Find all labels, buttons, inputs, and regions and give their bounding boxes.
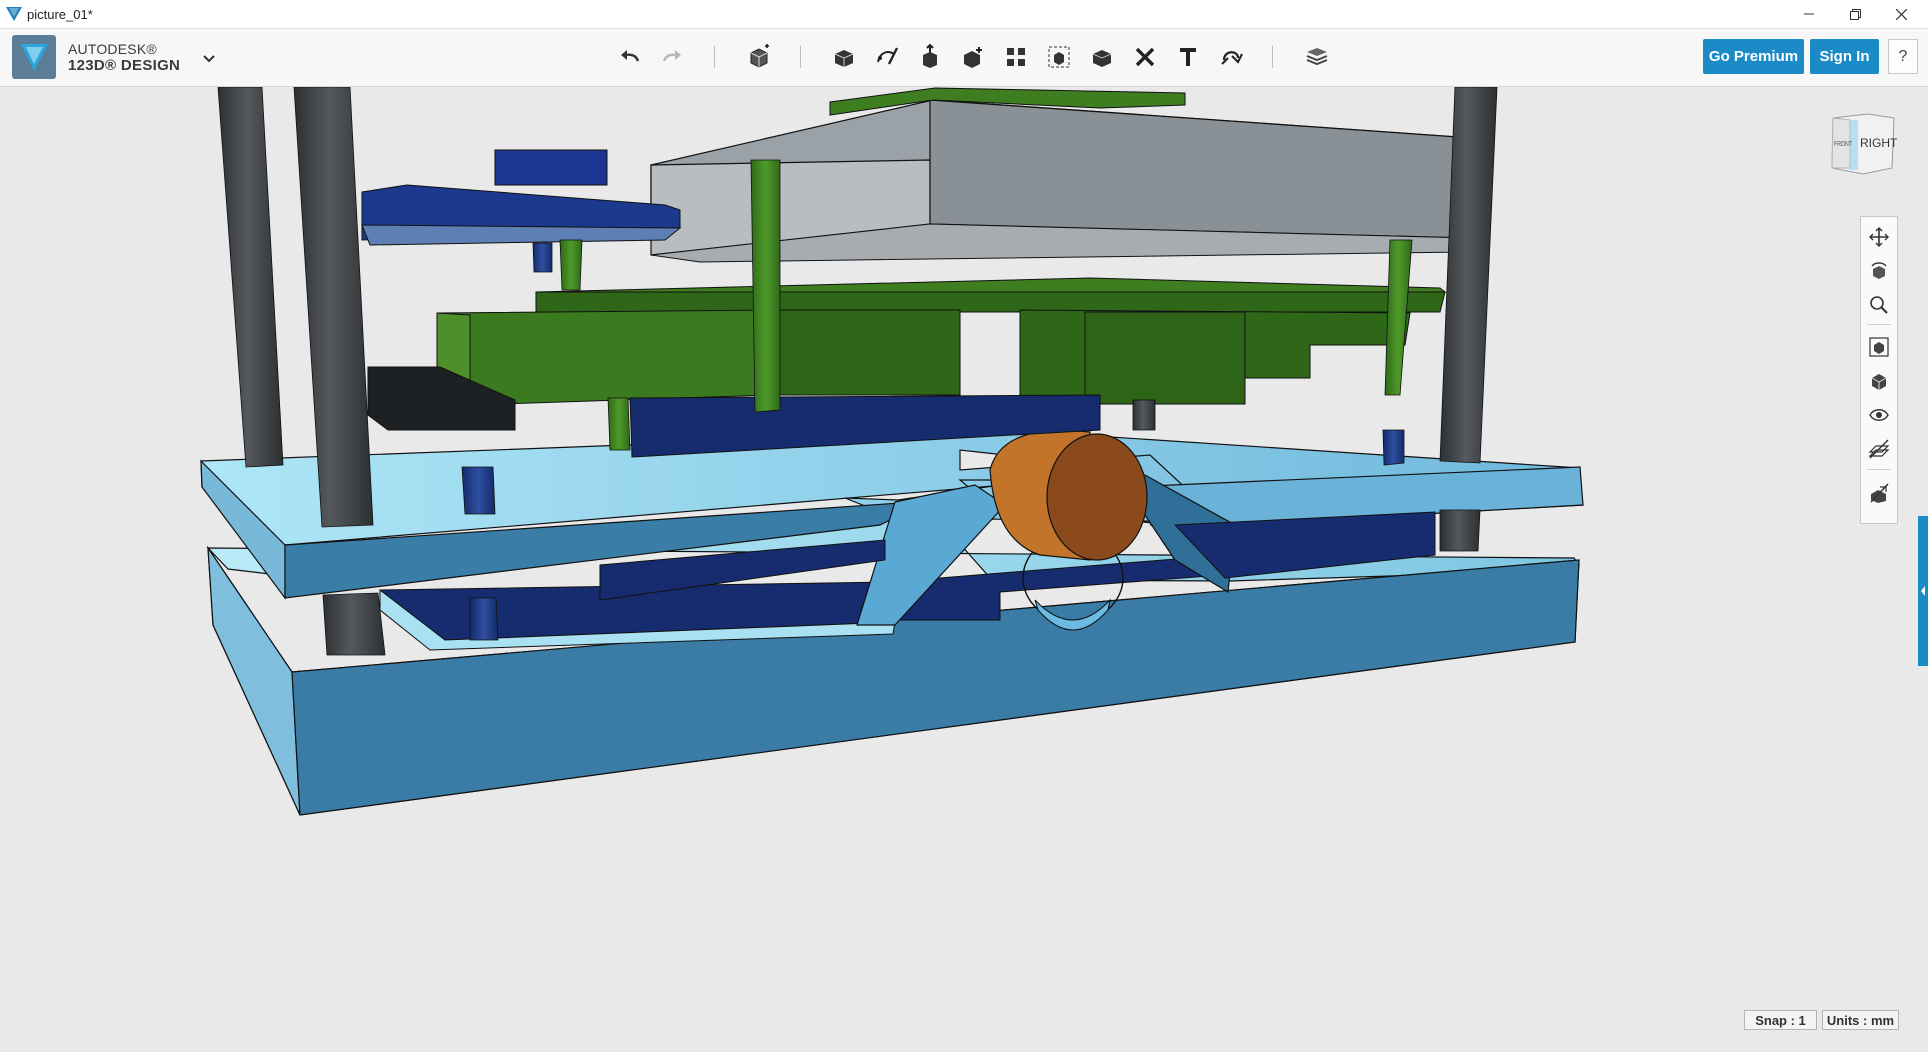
pattern-button[interactable] [1000,41,1032,73]
fit-button[interactable] [1865,333,1893,361]
snap-icon [1221,51,1243,65]
transform-icon [750,44,769,68]
bottom-border [0,1052,1928,1058]
combine-icon [1092,50,1112,67]
transform-button[interactable] [743,41,775,73]
main-toolbar: AUTODESK® 123D® DESIGN Go Premium Sign I… [0,29,1928,87]
viewcube-right-label: RIGHT [1860,136,1898,150]
material-toggle-icon [1868,439,1890,459]
construct-icon [923,44,937,68]
navy-pin-4[interactable] [469,597,499,641]
toolbar-divider [1272,46,1273,68]
go-premium-button[interactable]: Go Premium [1703,39,1804,74]
modify-button[interactable] [957,41,989,73]
group-button[interactable] [1043,41,1075,73]
green-post-1[interactable] [750,159,781,413]
navy-block-top[interactable] [494,149,608,186]
chevron-left-icon [1921,586,1925,596]
navy-pin-2[interactable] [1382,429,1405,466]
navy-pin-1[interactable] [461,466,496,515]
visibility-button[interactable] [1865,401,1893,429]
primitives-icon [834,50,854,67]
orange-cylinder-face[interactable] [1046,433,1148,561]
pattern-icon [1007,48,1025,66]
view-mode-button[interactable] [1865,367,1893,395]
autodesk-logo-icon[interactable] [12,35,56,79]
viewcube-front-label: FRONT [1834,140,1852,148]
chevron-down-icon[interactable] [200,49,218,67]
green-post-2[interactable] [559,239,583,291]
grid-toggle-icon [1870,483,1889,503]
primitives-button[interactable] [828,41,860,73]
redo-button[interactable] [656,41,688,73]
nav-divider [1867,469,1891,470]
close-icon [1895,8,1907,20]
undo-icon [621,50,640,62]
view-mode-icon [1871,374,1887,390]
text-button[interactable] [1172,41,1204,73]
green-plate-front[interactable] [535,291,1446,313]
undo-button[interactable] [614,41,646,73]
3d-model-render[interactable] [0,87,1920,1052]
zoom-icon [1870,296,1888,314]
delete-button[interactable] [1129,41,1161,73]
grid-toggle-button[interactable] [1865,479,1893,507]
modify-icon [964,47,982,68]
brand-product: 123D® DESIGN [68,57,181,74]
orbit-icon [1871,262,1887,279]
construct-button[interactable] [914,41,946,73]
units-status[interactable]: Units : mm [1822,1010,1899,1030]
sketch-icon [877,47,899,65]
green-block-mid[interactable] [769,309,961,396]
nav-divider [1867,324,1891,325]
combine-button[interactable] [1086,41,1118,73]
sketch-button[interactable] [871,41,903,73]
toolbar-divider [714,46,715,68]
navigation-bar [1860,216,1898,524]
delete-icon [1135,47,1155,67]
panel-collapse-tab[interactable] [1918,516,1928,666]
pan-icon [1869,227,1889,247]
gray-block-right[interactable] [929,99,1473,239]
text-icon [1180,48,1196,66]
material-toggle-button[interactable] [1865,435,1893,463]
post-left-1[interactable] [217,87,284,468]
visibility-icon [1869,409,1889,421]
close-button[interactable] [1878,0,1924,28]
app-logo-icon [6,7,22,21]
navy-pin-3[interactable] [532,242,553,273]
restore-icon [1849,8,1861,20]
title-bar: picture_01* [0,0,1928,29]
pan-button[interactable] [1865,223,1893,251]
toolbar-divider [800,46,801,68]
window-title: picture_01* [27,7,93,22]
green-post-4[interactable] [607,397,631,451]
post-center[interactable] [1132,399,1156,431]
minimize-icon [1804,13,1814,15]
material-icon [1306,48,1328,66]
group-icon [1048,46,1070,68]
3d-viewport[interactable] [0,87,1920,1052]
minimize-button[interactable] [1786,0,1832,28]
help-button[interactable]: ? [1888,39,1918,74]
post-left-2-lower[interactable] [322,592,386,656]
sign-in-button[interactable]: Sign In [1810,39,1879,74]
fit-icon [1869,337,1889,357]
zoom-button[interactable] [1865,291,1893,319]
navy-plate-bottom[interactable] [361,224,682,246]
viewcube[interactable]: FRONT RIGHT [1828,112,1898,178]
brand-company: AUTODESK® [68,41,157,57]
material-button[interactable] [1301,41,1333,73]
orbit-button[interactable] [1865,257,1893,285]
redo-icon [662,50,681,62]
snap-button[interactable] [1215,41,1247,73]
snap-status[interactable]: Snap : 1 [1744,1010,1817,1030]
post-right-1-lower[interactable] [1439,509,1481,552]
restore-button[interactable] [1832,0,1878,28]
green-block-right-face[interactable] [1084,311,1246,405]
